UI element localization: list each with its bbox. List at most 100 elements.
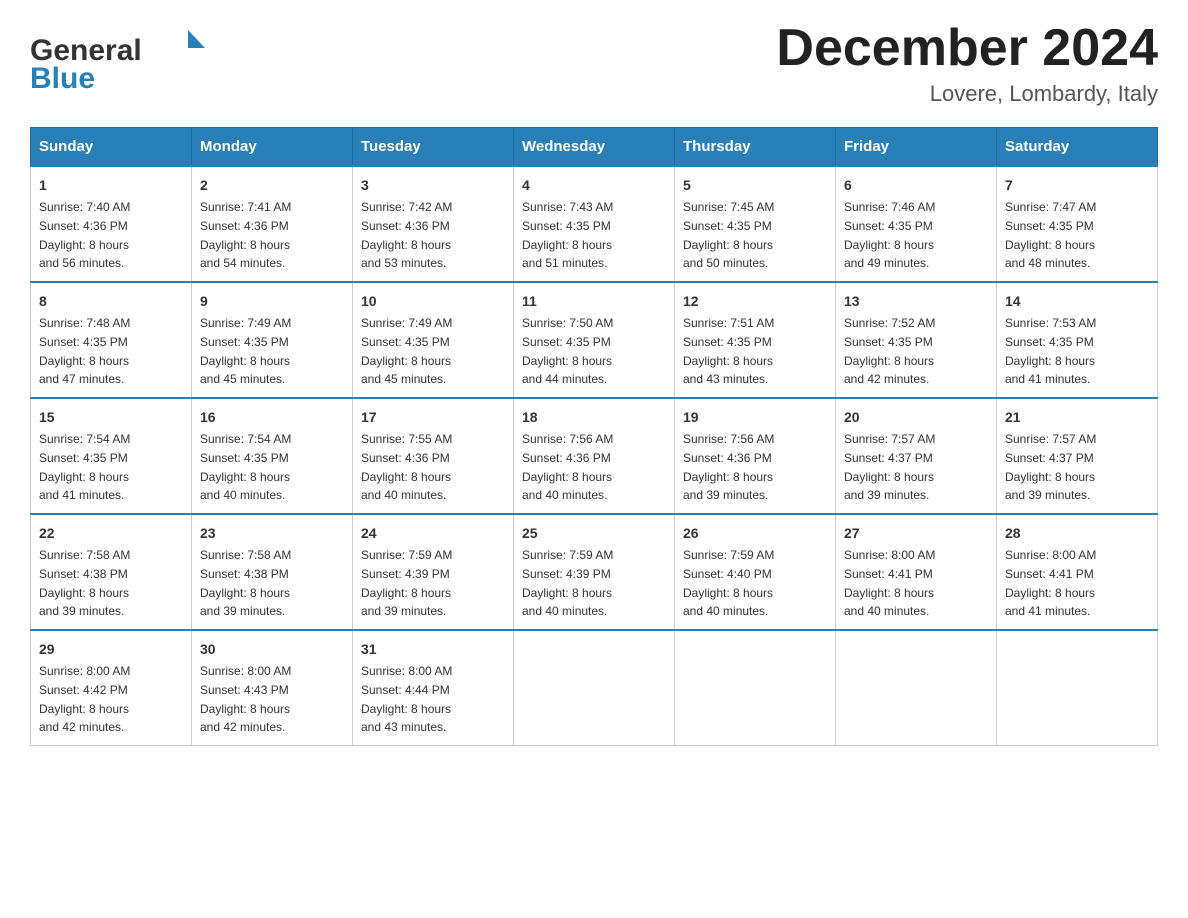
day-number: 2 — [200, 175, 344, 196]
day-cell-11: 11 Sunrise: 7:50 AMSunset: 4:35 PMDayligh… — [514, 282, 675, 398]
day-info: Sunrise: 7:45 AMSunset: 4:35 PMDaylight:… — [683, 200, 774, 270]
day-number: 11 — [522, 291, 666, 312]
day-info: Sunrise: 7:54 AMSunset: 4:35 PMDaylight:… — [200, 432, 291, 502]
day-info: Sunrise: 7:56 AMSunset: 4:36 PMDaylight:… — [683, 432, 774, 502]
day-cell-7: 7Sunrise: 7:47 AMSunset: 4:35 PMDaylight… — [997, 166, 1158, 282]
day-cell-20: 20 Sunrise: 7:57 AMSunset: 4:37 PMDayligh… — [836, 398, 997, 514]
day-cell-12: 12 Sunrise: 7:51 AMSunset: 4:35 PMDayligh… — [675, 282, 836, 398]
empty-cell — [514, 630, 675, 746]
day-cell-1: 1Sunrise: 7:40 AMSunset: 4:36 PMDaylight… — [31, 166, 192, 282]
location-title: Lovere, Lombardy, Italy — [776, 81, 1158, 107]
day-number: 20 — [844, 407, 988, 428]
page-header: General Blue December 2024 Lovere, Lomba… — [30, 20, 1158, 107]
day-info: Sunrise: 7:57 AMSunset: 4:37 PMDaylight:… — [844, 432, 935, 502]
day-cell-5: 5Sunrise: 7:45 AMSunset: 4:35 PMDaylight… — [675, 166, 836, 282]
day-cell-8: 8 Sunrise: 7:48 AMSunset: 4:35 PMDaylight… — [31, 282, 192, 398]
day-number: 31 — [361, 639, 505, 660]
weekday-header-tuesday: Tuesday — [353, 128, 514, 167]
day-info: Sunrise: 7:42 AMSunset: 4:36 PMDaylight:… — [361, 200, 452, 270]
day-cell-14: 14Sunrise: 7:53 AMSunset: 4:35 PMDayligh… — [997, 282, 1158, 398]
day-cell-15: 15 Sunrise: 7:54 AMSunset: 4:35 PMDayligh… — [31, 398, 192, 514]
day-info: Sunrise: 7:58 AMSunset: 4:38 PMDaylight:… — [39, 548, 130, 618]
day-info: Sunrise: 8:00 AMSunset: 4:43 PMDaylight:… — [200, 664, 291, 734]
weekday-header-wednesday: Wednesday — [514, 128, 675, 167]
day-cell-9: 9 Sunrise: 7:49 AMSunset: 4:35 PMDaylight… — [192, 282, 353, 398]
day-info: Sunrise: 7:51 AMSunset: 4:35 PMDaylight:… — [683, 316, 774, 386]
day-number: 22 — [39, 523, 183, 544]
day-cell-29: 29 Sunrise: 8:00 AMSunset: 4:42 PMDayligh… — [31, 630, 192, 746]
day-info: Sunrise: 8:00 AMSunset: 4:44 PMDaylight:… — [361, 664, 452, 734]
day-cell-23: 23 Sunrise: 7:58 AMSunset: 4:38 PMDayligh… — [192, 514, 353, 630]
calendar-table: SundayMondayTuesdayWednesdayThursdayFrid… — [30, 127, 1158, 746]
day-number: 7 — [1005, 175, 1149, 196]
week-row-5: 29 Sunrise: 8:00 AMSunset: 4:42 PMDayligh… — [31, 630, 1158, 746]
day-cell-26: 26 Sunrise: 7:59 AMSunset: 4:40 PMDayligh… — [675, 514, 836, 630]
day-number: 29 — [39, 639, 183, 660]
day-info: Sunrise: 7:49 AMSunset: 4:35 PMDaylight:… — [200, 316, 291, 386]
day-cell-4: 4 Sunrise: 7:43 AMSunset: 4:35 PMDaylight… — [514, 166, 675, 282]
day-number: 23 — [200, 523, 344, 544]
day-cell-2: 2 Sunrise: 7:41 AMSunset: 4:36 PMDaylight… — [192, 166, 353, 282]
day-cell-27: 27 Sunrise: 8:00 AMSunset: 4:41 PMDayligh… — [836, 514, 997, 630]
day-number: 10 — [361, 291, 505, 312]
empty-cell — [997, 630, 1158, 746]
day-cell-24: 24 Sunrise: 7:59 AMSunset: 4:39 PMDayligh… — [353, 514, 514, 630]
day-cell-19: 19Sunrise: 7:56 AMSunset: 4:36 PMDayligh… — [675, 398, 836, 514]
day-number: 26 — [683, 523, 827, 544]
empty-cell — [836, 630, 997, 746]
day-cell-3: 3 Sunrise: 7:42 AMSunset: 4:36 PMDaylight… — [353, 166, 514, 282]
logo-svg: General Blue — [30, 20, 220, 90]
weekday-header-monday: Monday — [192, 128, 353, 167]
day-number: 16 — [200, 407, 344, 428]
day-info: Sunrise: 7:48 AMSunset: 4:35 PMDaylight:… — [39, 316, 130, 386]
weekday-header-friday: Friday — [836, 128, 997, 167]
day-info: Sunrise: 7:43 AMSunset: 4:35 PMDaylight:… — [522, 200, 613, 270]
day-number: 4 — [522, 175, 666, 196]
day-number: 3 — [361, 175, 505, 196]
day-info: Sunrise: 7:59 AMSunset: 4:40 PMDaylight:… — [683, 548, 774, 618]
weekday-header-sunday: Sunday — [31, 128, 192, 167]
day-cell-6: 6 Sunrise: 7:46 AMSunset: 4:35 PMDaylight… — [836, 166, 997, 282]
day-cell-31: 31 Sunrise: 8:00 AMSunset: 4:44 PMDayligh… — [353, 630, 514, 746]
weekday-header-saturday: Saturday — [997, 128, 1158, 167]
day-info: Sunrise: 7:46 AMSunset: 4:35 PMDaylight:… — [844, 200, 935, 270]
day-number: 8 — [39, 291, 183, 312]
week-row-1: 1Sunrise: 7:40 AMSunset: 4:36 PMDaylight… — [31, 166, 1158, 282]
day-number: 6 — [844, 175, 988, 196]
day-number: 27 — [844, 523, 988, 544]
day-info: Sunrise: 8:00 AMSunset: 4:41 PMDaylight:… — [1005, 548, 1096, 618]
logo-area: General Blue — [30, 20, 220, 90]
day-info: Sunrise: 7:41 AMSunset: 4:36 PMDaylight:… — [200, 200, 291, 270]
day-cell-28: 28 Sunrise: 8:00 AMSunset: 4:41 PMDayligh… — [997, 514, 1158, 630]
month-title: December 2024 — [776, 20, 1158, 77]
day-number: 24 — [361, 523, 505, 544]
day-number: 9 — [200, 291, 344, 312]
day-cell-17: 17Sunrise: 7:55 AMSunset: 4:36 PMDayligh… — [353, 398, 514, 514]
day-info: Sunrise: 7:54 AMSunset: 4:35 PMDaylight:… — [39, 432, 130, 502]
week-row-2: 8 Sunrise: 7:48 AMSunset: 4:35 PMDaylight… — [31, 282, 1158, 398]
weekday-header-thursday: Thursday — [675, 128, 836, 167]
day-info: Sunrise: 7:53 AMSunset: 4:35 PMDaylight:… — [1005, 316, 1096, 386]
day-cell-16: 16 Sunrise: 7:54 AMSunset: 4:35 PMDayligh… — [192, 398, 353, 514]
day-number: 12 — [683, 291, 827, 312]
day-number: 15 — [39, 407, 183, 428]
empty-cell — [675, 630, 836, 746]
day-cell-30: 30 Sunrise: 8:00 AMSunset: 4:43 PMDayligh… — [192, 630, 353, 746]
day-number: 21 — [1005, 407, 1149, 428]
day-info: Sunrise: 7:59 AMSunset: 4:39 PMDaylight:… — [522, 548, 613, 618]
weekday-header-row: SundayMondayTuesdayWednesdayThursdayFrid… — [31, 128, 1158, 167]
day-info: Sunrise: 7:52 AMSunset: 4:35 PMDaylight:… — [844, 316, 935, 386]
day-info: Sunrise: 7:50 AMSunset: 4:35 PMDaylight:… — [522, 316, 613, 386]
day-info: Sunrise: 7:40 AMSunset: 4:36 PMDaylight:… — [39, 200, 130, 270]
day-info: Sunrise: 8:00 AMSunset: 4:41 PMDaylight:… — [844, 548, 935, 618]
day-number: 30 — [200, 639, 344, 660]
day-number: 13 — [844, 291, 988, 312]
day-info: Sunrise: 7:58 AMSunset: 4:38 PMDaylight:… — [200, 548, 291, 618]
day-info: Sunrise: 7:59 AMSunset: 4:39 PMDaylight:… — [361, 548, 452, 618]
day-cell-13: 13 Sunrise: 7:52 AMSunset: 4:35 PMDayligh… — [836, 282, 997, 398]
day-info: Sunrise: 7:49 AMSunset: 4:35 PMDaylight:… — [361, 316, 452, 386]
day-info: Sunrise: 8:00 AMSunset: 4:42 PMDaylight:… — [39, 664, 130, 734]
day-number: 18 — [522, 407, 666, 428]
day-number: 28 — [1005, 523, 1149, 544]
svg-text:Blue: Blue — [30, 62, 95, 90]
